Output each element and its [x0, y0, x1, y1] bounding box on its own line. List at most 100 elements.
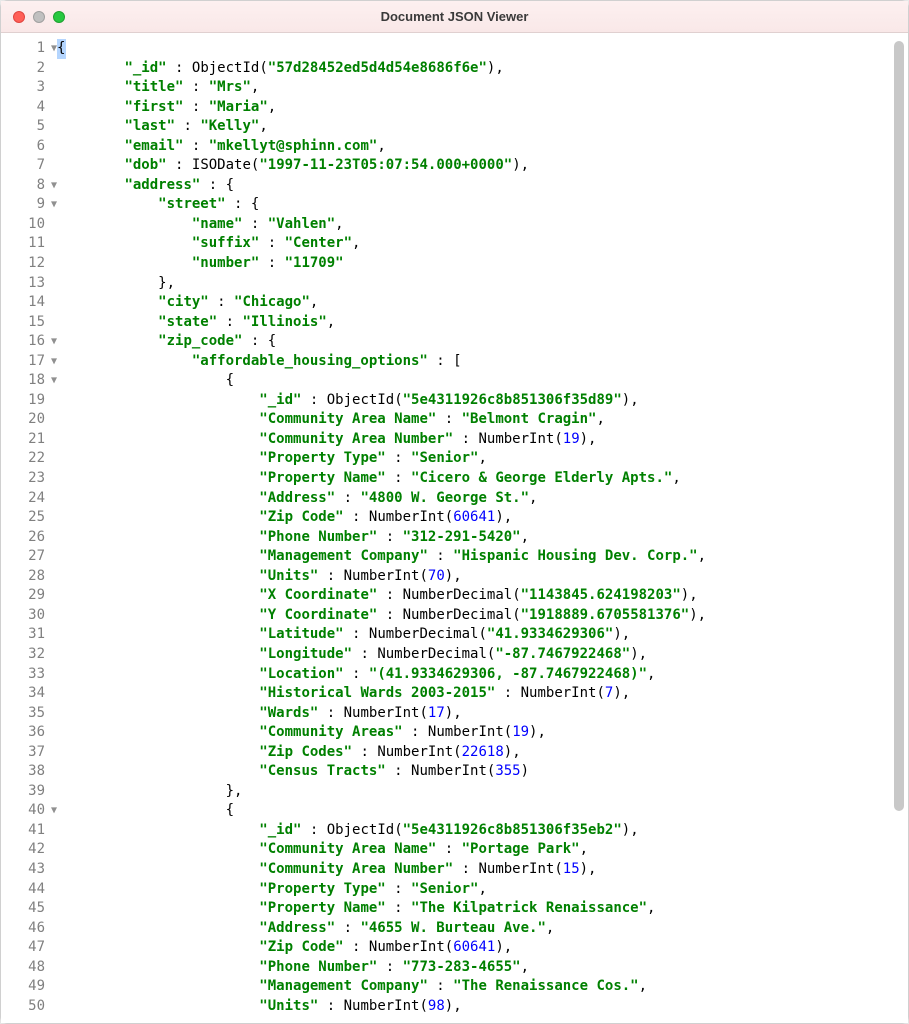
code-line[interactable]: "email" : "mkellyt@sphinn.com", — [57, 137, 908, 157]
line-number: 2 — [1, 59, 57, 79]
code-line[interactable]: "Community Area Name" : "Belmont Cragin"… — [57, 410, 908, 430]
close-icon[interactable] — [13, 11, 25, 23]
code-line[interactable]: "street" : { — [57, 195, 908, 215]
line-number: 9▼ — [1, 195, 57, 215]
fold-toggle-icon[interactable]: ▼ — [45, 371, 57, 391]
code-line[interactable]: "Community Areas" : NumberInt(19), — [57, 723, 908, 743]
vertical-scrollbar[interactable] — [894, 41, 904, 811]
code-line[interactable]: }, — [57, 782, 908, 802]
code-line[interactable]: "Location" : "(41.9334629306, -87.746792… — [57, 665, 908, 685]
line-number: 26 — [1, 528, 57, 548]
code-line[interactable]: "Community Area Number" : NumberInt(15), — [57, 860, 908, 880]
code-line[interactable]: "state" : "Illinois", — [57, 313, 908, 333]
code-line[interactable]: "_id" : ObjectId("57d28452ed5d4d54e8686f… — [57, 59, 908, 79]
line-number: 14 — [1, 293, 57, 313]
line-number: 44 — [1, 880, 57, 900]
code-view[interactable]: { "_id" : ObjectId("57d28452ed5d4d54e868… — [57, 33, 908, 1023]
line-number: 21 — [1, 430, 57, 450]
code-line[interactable]: "Census Tracts" : NumberInt(355) — [57, 762, 908, 782]
code-line[interactable]: "Historical Wards 2003-2015" : NumberInt… — [57, 684, 908, 704]
code-line[interactable]: }, — [57, 274, 908, 294]
maximize-icon[interactable] — [53, 11, 65, 23]
line-number: 49 — [1, 977, 57, 997]
code-line[interactable]: "Community Area Name" : "Portage Park", — [57, 840, 908, 860]
line-number: 16▼ — [1, 332, 57, 352]
line-number: 38 — [1, 762, 57, 782]
code-line[interactable]: "Zip Code" : NumberInt(60641), — [57, 938, 908, 958]
code-line[interactable]: "dob" : ISODate("1997-11-23T05:07:54.000… — [57, 156, 908, 176]
code-line[interactable]: "Latitude" : NumberDecimal("41.933462930… — [57, 625, 908, 645]
line-number: 24 — [1, 489, 57, 509]
line-number: 29 — [1, 586, 57, 606]
line-number: 33 — [1, 665, 57, 685]
minimize-icon[interactable] — [33, 11, 45, 23]
line-number: 36 — [1, 723, 57, 743]
code-line[interactable]: "Units" : NumberInt(70), — [57, 567, 908, 587]
code-line[interactable]: "Zip Code" : NumberInt(60641), — [57, 508, 908, 528]
line-number: 27 — [1, 547, 57, 567]
code-line[interactable]: "zip_code" : { — [57, 332, 908, 352]
code-line[interactable]: "Phone Number" : "773-283-4655", — [57, 958, 908, 978]
code-line[interactable]: "affordable_housing_options" : [ — [57, 352, 908, 372]
fold-toggle-icon[interactable]: ▼ — [45, 176, 57, 196]
line-number: 3 — [1, 78, 57, 98]
code-line[interactable]: "Phone Number" : "312-291-5420", — [57, 528, 908, 548]
fold-toggle-icon[interactable]: ▼ — [45, 332, 57, 352]
code-line[interactable]: { — [57, 371, 908, 391]
fold-toggle-icon[interactable]: ▼ — [45, 39, 57, 59]
line-number: 23 — [1, 469, 57, 489]
code-line[interactable]: "title" : "Mrs", — [57, 78, 908, 98]
line-number: 4 — [1, 98, 57, 118]
line-number: 7 — [1, 156, 57, 176]
code-line[interactable]: "Property Name" : "The Kilpatrick Renais… — [57, 899, 908, 919]
code-line[interactable]: "Address" : "4800 W. George St.", — [57, 489, 908, 509]
titlebar[interactable]: Document JSON Viewer — [1, 1, 908, 33]
code-line[interactable]: "Wards" : NumberInt(17), — [57, 704, 908, 724]
line-number: 35 — [1, 704, 57, 724]
code-line[interactable]: "Management Company" : "The Renaissance … — [57, 977, 908, 997]
code-line[interactable]: "city" : "Chicago", — [57, 293, 908, 313]
line-number: 46 — [1, 919, 57, 939]
fold-toggle-icon[interactable]: ▼ — [45, 352, 57, 372]
code-line[interactable]: "Zip Codes" : NumberInt(22618), — [57, 743, 908, 763]
code-line[interactable]: "Address" : "4655 W. Burteau Ave.", — [57, 919, 908, 939]
code-line[interactable]: "Y Coordinate" : NumberDecimal("1918889.… — [57, 606, 908, 626]
line-number: 18▼ — [1, 371, 57, 391]
line-number: 50 — [1, 997, 57, 1017]
code-line[interactable]: "last" : "Kelly", — [57, 117, 908, 137]
code-line[interactable]: "Longitude" : NumberDecimal("-87.7467922… — [57, 645, 908, 665]
line-number: 32 — [1, 645, 57, 665]
code-line[interactable]: "_id" : ObjectId("5e4311926c8b851306f35e… — [57, 821, 908, 841]
code-line[interactable]: "_id" : ObjectId("5e4311926c8b851306f35d… — [57, 391, 908, 411]
line-number: 6 — [1, 137, 57, 157]
line-number: 40▼ — [1, 801, 57, 821]
code-line[interactable]: "Community Area Number" : NumberInt(19), — [57, 430, 908, 450]
code-line[interactable]: "Property Name" : "Cicero & George Elder… — [57, 469, 908, 489]
code-line[interactable]: "Management Company" : "Hispanic Housing… — [57, 547, 908, 567]
code-line[interactable]: "Property Type" : "Senior", — [57, 449, 908, 469]
code-line[interactable]: "first" : "Maria", — [57, 98, 908, 118]
code-line[interactable]: "number" : "11709" — [57, 254, 908, 274]
line-number: 11 — [1, 234, 57, 254]
code-line[interactable]: { — [57, 39, 908, 59]
code-line[interactable]: { — [57, 801, 908, 821]
line-number-gutter: 1▼2345678▼9▼10111213141516▼17▼18▼1920212… — [1, 33, 57, 1023]
line-number: 48 — [1, 958, 57, 978]
code-line[interactable]: "address" : { — [57, 176, 908, 196]
code-line[interactable]: "name" : "Vahlen", — [57, 215, 908, 235]
line-number: 47 — [1, 938, 57, 958]
line-number: 13 — [1, 274, 57, 294]
window-title: Document JSON Viewer — [1, 9, 908, 24]
line-number: 39 — [1, 782, 57, 802]
fold-toggle-icon[interactable]: ▼ — [45, 801, 57, 821]
code-line[interactable]: "Units" : NumberInt(98), — [57, 997, 908, 1017]
code-line[interactable]: "suffix" : "Center", — [57, 234, 908, 254]
line-number: 41 — [1, 821, 57, 841]
app-window: Document JSON Viewer 1▼2345678▼9▼1011121… — [0, 0, 909, 1024]
line-number: 22 — [1, 449, 57, 469]
traffic-lights — [13, 11, 65, 23]
code-line[interactable]: "X Coordinate" : NumberDecimal("1143845.… — [57, 586, 908, 606]
line-number: 19 — [1, 391, 57, 411]
fold-toggle-icon[interactable]: ▼ — [45, 195, 57, 215]
code-line[interactable]: "Property Type" : "Senior", — [57, 880, 908, 900]
